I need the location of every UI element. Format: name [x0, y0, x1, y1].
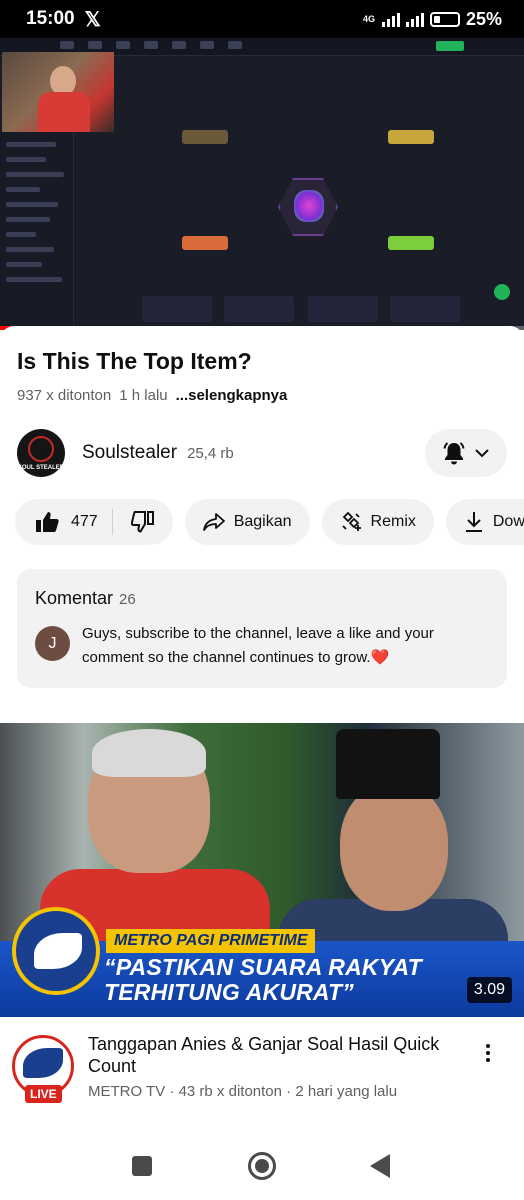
recommended-channel-name: METRO TV: [88, 1083, 166, 1100]
eagle-icon: [23, 1048, 63, 1078]
recommended-video-title[interactable]: Tanggapan Anies & Ganjar Soal Hasil Quic…: [88, 1033, 468, 1077]
network-type: 4G: [362, 13, 375, 24]
comments-section[interactable]: Komentar 26 J Guys, subscribe to the chan…: [17, 569, 507, 688]
video-title: Is This The Top Item?: [17, 348, 252, 374]
dislike-button[interactable]: [113, 509, 173, 535]
thumbnail-headline: “PASTIKAN SUARA RAKYAT TERHITUNG AKURAT”: [104, 954, 422, 1005]
video-player[interactable]: [0, 38, 524, 330]
comments-title: Komentar: [35, 588, 114, 608]
subscriber-count: 25,4 rb: [187, 444, 234, 462]
download-button[interactable]: Download: [445, 499, 524, 545]
case-battle-arena: [112, 58, 504, 324]
thumbs-up-icon: [36, 512, 59, 532]
channel-avatar-logo: SOUL STEALER: [17, 465, 65, 471]
action-chips-row: 477 Bagikan Remix Download: [0, 495, 524, 549]
channel-avatar[interactable]: SOUL STEALER: [17, 429, 65, 477]
comments-header: Komentar 26: [35, 588, 136, 609]
metro-tv-eagle-logo-icon: [12, 907, 100, 995]
view-count: 937 x ditonton: [17, 387, 112, 404]
stream-chat-panel: [0, 132, 74, 330]
comments-count: 26: [119, 591, 136, 608]
signal-icon: [381, 11, 400, 27]
channel-row: SOUL STEALER Soulstealer 25,4 rb: [17, 428, 507, 478]
clock: 15:00: [26, 8, 75, 29]
share-button[interactable]: Bagikan: [184, 499, 310, 545]
video-meta[interactable]: 937 x ditonton 1 h lalu ...selengkapnya: [17, 387, 287, 404]
more-options-icon[interactable]: [478, 1039, 498, 1067]
video-duration-badge: 3.09: [466, 977, 512, 1003]
recommended-video-meta: METRO TV · 43 rb x ditonton · 2 hari yan…: [88, 1083, 398, 1100]
recommended-video-thumbnail[interactable]: METRO PAGI PRIMETIME “PASTIKAN SUARA RAK…: [0, 723, 524, 1017]
recommended-view-count: 43 rb x ditonton: [178, 1083, 282, 1100]
status-bar: 15:00 𝕏 4G 25%: [0, 0, 524, 38]
download-label: Download: [492, 513, 524, 530]
thumbnail-tag: METRO PAGI PRIMETIME: [106, 929, 316, 953]
remix-label: Remix: [370, 513, 416, 530]
streamer-webcam: [2, 52, 114, 132]
battery-level: 25%: [465, 8, 502, 29]
share-label: Bagikan: [233, 513, 292, 530]
download-icon: [465, 512, 482, 532]
case-item-icon: [278, 178, 338, 236]
back-button-icon[interactable]: [370, 1154, 390, 1178]
top-comment: Guys, subscribe to the channel, leave a …: [82, 622, 462, 670]
notification-bell-button[interactable]: [425, 429, 507, 477]
remix-button[interactable]: Remix: [321, 499, 434, 545]
status-icons: 4G 25%: [363, 9, 502, 30]
heart-emoji-icon: ❤️: [370, 649, 390, 666]
x-logo-icon: 𝕏: [84, 8, 101, 31]
signal-2-icon: [405, 11, 424, 27]
channel-name[interactable]: Soulstealer: [82, 442, 177, 464]
commenter-avatar: J: [35, 626, 70, 661]
remix-icon: [341, 511, 361, 531]
share-icon: [202, 513, 225, 531]
system-navigation-bar: [0, 1138, 524, 1200]
chevron-down-icon: [475, 449, 489, 458]
bell-icon: [443, 442, 465, 465]
live-badge: LIVE: [25, 1085, 62, 1103]
recommended-upload-age: 2 hari yang lalu: [295, 1083, 398, 1100]
thumbs-down-icon: [130, 511, 154, 533]
like-dislike-pill: 477: [15, 499, 173, 545]
home-button-icon[interactable]: [248, 1152, 276, 1180]
fab-icon: [494, 284, 510, 300]
recents-button-icon[interactable]: [132, 1156, 152, 1176]
upload-age: 1 h lalu: [119, 387, 168, 404]
show-more-link[interactable]: ...selengkapnya: [176, 387, 288, 404]
battery-icon: [429, 11, 460, 27]
recommended-video-info[interactable]: LIVE Tanggapan Anies & Ganjar Soal Hasil…: [12, 1033, 512, 1113]
like-count: 477: [71, 513, 98, 530]
like-button[interactable]: 477: [35, 509, 113, 535]
